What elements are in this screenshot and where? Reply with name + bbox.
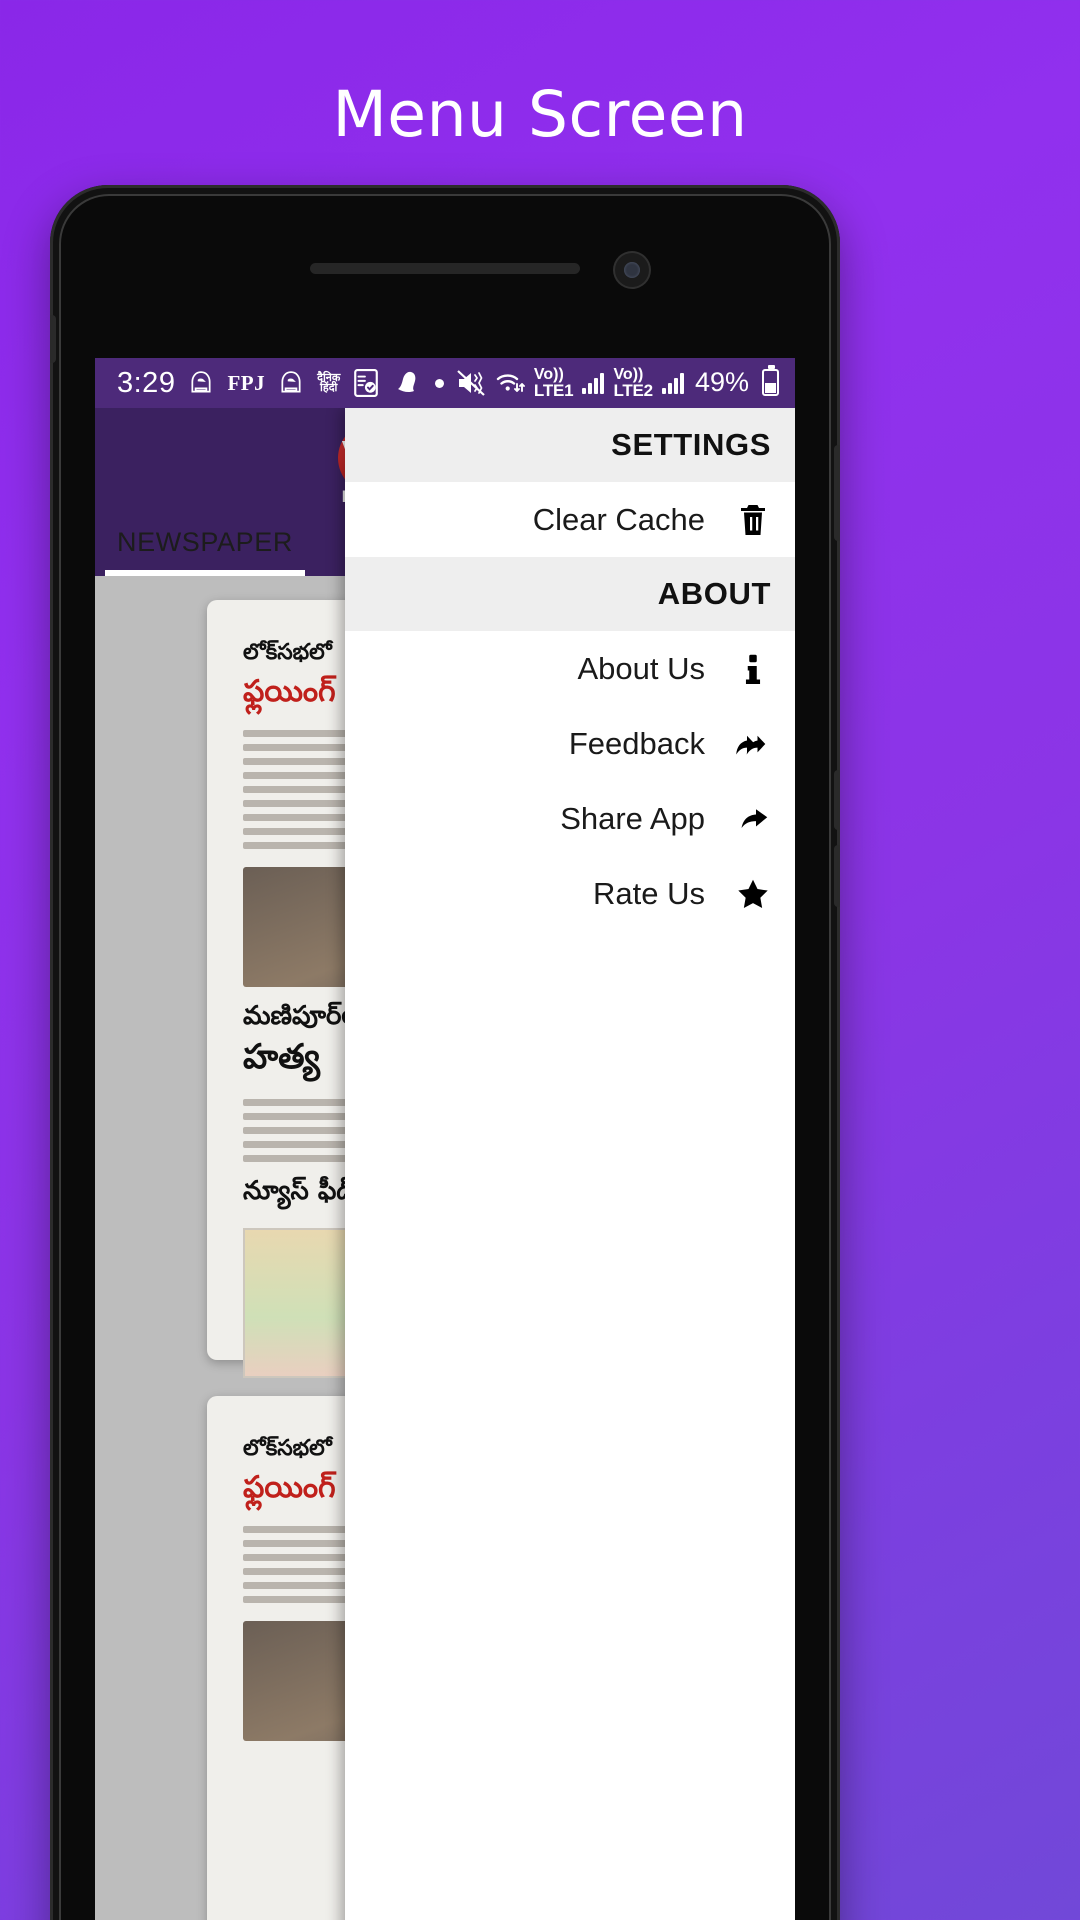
status-clock: 3:29 — [117, 366, 176, 399]
fpj-text-icon: FPJ — [227, 370, 266, 395]
volume-button[interactable] — [834, 445, 840, 541]
drawer-item-label: Rate Us — [593, 875, 705, 911]
drawer-item-feedback[interactable]: Feedback — [345, 706, 795, 781]
status-bar: 3:29 FPJ दैनिक हिंदी Vo)) LTE1 Vo)) LTE2… — [95, 358, 795, 408]
sim1-network-indicator: Vo)) LTE1 — [533, 367, 574, 400]
navigation-drawer: SETTINGS Clear Cache ABOUT About Us Feed… — [345, 408, 795, 1920]
trash-icon — [733, 500, 773, 540]
bell-icon — [392, 369, 422, 397]
bird-badge-icon-2 — [278, 370, 304, 396]
drawer-item-label: Clear Cache — [532, 501, 705, 537]
drawer-section-about-header: ABOUT — [345, 557, 795, 631]
power-button[interactable] — [834, 770, 840, 830]
drawer-item-label: Feedback — [568, 725, 705, 761]
phone-mockup-frame: 3:29 FPJ दैनिक हिंदी Vo)) LTE1 Vo)) LTE2… — [50, 185, 840, 1920]
drawer-item-label: Share App — [560, 800, 705, 836]
assistant-button[interactable] — [834, 845, 840, 907]
sim1-network-label: LTE1 — [533, 380, 574, 400]
star-icon — [733, 874, 773, 914]
drawer-item-rate-us[interactable]: Rate Us — [345, 856, 795, 931]
battery-percent-label: 49% — [694, 367, 749, 398]
drawer-item-share-app[interactable]: Share App — [345, 781, 795, 856]
sim2-signal-bars-icon — [661, 372, 684, 394]
side-button-left[interactable] — [50, 315, 56, 363]
info-icon — [733, 649, 773, 689]
sim2-network-indicator: Vo)) LTE2 — [613, 367, 653, 400]
hindi-text-icon: दैनिक हिंदी — [317, 372, 340, 394]
bird-badge-icon — [188, 370, 214, 396]
drawer-item-label: About Us — [577, 650, 705, 686]
tab-newspaper[interactable]: NEWSPAPER — [105, 527, 305, 576]
page-title: Menu Screen — [332, 78, 748, 151]
drawer-section-settings-header: SETTINGS — [345, 408, 795, 482]
phone-screen: 3:29 FPJ दैनिक हिंदी Vo)) LTE1 Vo)) LTE2… — [95, 358, 795, 1920]
checklist-icon — [353, 369, 379, 397]
status-bar-left: 3:29 FPJ दैनिक हिंदी — [117, 366, 445, 400]
battery-icon — [762, 365, 779, 397]
drawer-item-about-us[interactable]: About Us — [345, 631, 795, 706]
volume-mute-icon — [456, 370, 486, 396]
dot-icon — [435, 378, 445, 388]
wifi-icon — [495, 370, 525, 396]
drawer-item-clear-cache[interactable]: Clear Cache — [345, 482, 795, 557]
sim1-signal-bars-icon — [582, 372, 605, 394]
reply-all-icon — [733, 724, 773, 764]
sim2-network-label: LTE2 — [613, 380, 653, 400]
front-camera-icon — [615, 253, 649, 287]
share-arrow-icon — [733, 799, 773, 839]
status-bar-right: Vo)) LTE1 Vo)) LTE2 49% — [456, 365, 779, 400]
earpiece-speaker — [310, 263, 580, 274]
hindi-line-2: हिंदी — [320, 381, 338, 394]
